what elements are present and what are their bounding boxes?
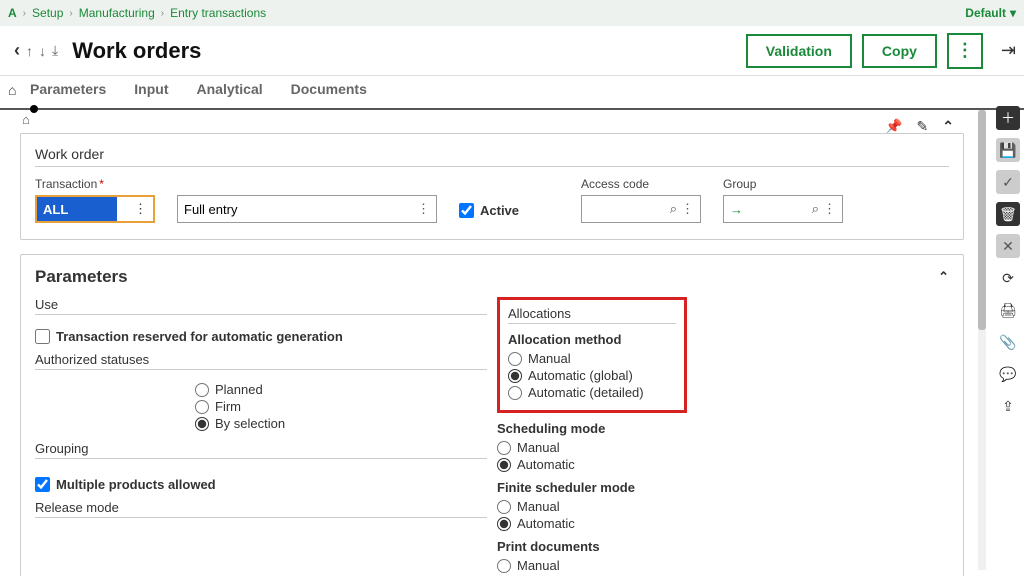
- tab-parameters[interactable]: Parameters: [30, 81, 106, 103]
- active-label: Active: [480, 203, 519, 218]
- use-heading: Use: [35, 297, 487, 312]
- alloc-auto-global-radio[interactable]: [508, 369, 522, 383]
- breadcrumb: A › Setup › Manufacturing › Entry transa…: [8, 6, 266, 20]
- work-order-section: Work order Transaction* ⌕⋮ ⋮ Active: [20, 133, 964, 240]
- kebab-icon[interactable]: ⋮: [823, 201, 836, 217]
- kebab-icon[interactable]: ⋮: [417, 201, 430, 217]
- transaction-input-group[interactable]: ⌕⋮: [35, 195, 155, 223]
- transaction-label: Transaction*: [35, 177, 155, 191]
- access-code-input-group[interactable]: ⌕⋮: [581, 195, 701, 223]
- sidebar-save-button[interactable]: 💾: [996, 138, 1020, 162]
- finite-manual-radio[interactable]: [497, 500, 511, 514]
- transaction-reserved-checkbox[interactable]: [35, 329, 50, 344]
- finite-scheduler-label: Finite scheduler mode: [497, 480, 949, 495]
- grouping-heading: Grouping: [35, 441, 487, 456]
- comment-icon: 💬: [999, 366, 1016, 383]
- print-icon: 🖨: [999, 302, 1017, 319]
- tab-input[interactable]: Input: [134, 81, 168, 103]
- chevron-right-icon: ›: [161, 8, 164, 19]
- print-manual-radio[interactable]: [497, 559, 511, 573]
- caret-down-icon: ▾: [1010, 6, 1016, 20]
- multi-products-checkbox[interactable]: [35, 477, 50, 492]
- group-input-group[interactable]: ⌕⋮: [723, 195, 843, 223]
- tab-analytical[interactable]: Analytical: [197, 81, 263, 103]
- sidebar-check-button[interactable]: ✓: [996, 170, 1020, 194]
- kebab-icon[interactable]: ⋮: [681, 201, 694, 217]
- entry-type-input[interactable]: [178, 196, 411, 222]
- nav-download-icon[interactable]: ⤓: [52, 42, 58, 59]
- allocation-method-label: Allocation method: [508, 332, 676, 347]
- plus-icon: ＋: [1001, 108, 1015, 128]
- nav-down-icon[interactable]: ↓: [39, 43, 46, 59]
- allocations-highlight-box: Allocations Allocation method Manual Aut…: [497, 297, 687, 413]
- nav-up-icon[interactable]: ↑: [26, 43, 33, 59]
- check-icon: ✓: [1002, 174, 1014, 191]
- paperclip-icon: 📎: [999, 334, 1016, 351]
- print-documents-label: Print documents: [497, 539, 949, 554]
- auth-statuses-heading: Authorized statuses: [35, 352, 487, 367]
- exit-icon[interactable]: ⇥: [1001, 40, 1016, 61]
- access-code-input[interactable]: [582, 196, 664, 222]
- multi-products-label: Multiple products allowed: [56, 477, 216, 492]
- release-mode-heading: Release mode: [35, 500, 487, 515]
- kebab-icon: ⋮: [956, 40, 974, 61]
- chevron-right-icon: ›: [69, 8, 72, 19]
- scheduling-mode-label: Scheduling mode: [497, 421, 949, 436]
- sched-auto-radio[interactable]: [497, 458, 511, 472]
- group-label: Group: [723, 177, 843, 191]
- chevron-right-icon: ›: [23, 8, 26, 19]
- access-code-label: Access code: [581, 177, 701, 191]
- active-checkbox[interactable]: [459, 203, 474, 218]
- transaction-input[interactable]: [37, 197, 117, 221]
- status-by-selection-radio[interactable]: [195, 417, 209, 431]
- breadcrumb-setup[interactable]: Setup: [32, 6, 63, 20]
- close-icon: ✕: [1002, 238, 1014, 255]
- sidebar-share-button[interactable]: ⇪: [996, 394, 1020, 418]
- sidebar-delete-button[interactable]: 🗑: [996, 202, 1020, 226]
- save-icon: 💾: [999, 142, 1016, 159]
- group-input[interactable]: [724, 196, 806, 222]
- allocations-heading: Allocations: [508, 306, 676, 321]
- breadcrumb-manufacturing[interactable]: Manufacturing: [79, 6, 155, 20]
- parameters-title: Parameters: [35, 267, 949, 287]
- alloc-manual-radio[interactable]: [508, 352, 522, 366]
- scrollbar-thumb[interactable]: [978, 110, 986, 330]
- sidebar-print-button[interactable]: 🖨: [996, 298, 1020, 322]
- page-title: Work orders: [72, 38, 746, 64]
- copy-button[interactable]: Copy: [862, 34, 937, 68]
- sidebar-close-button[interactable]: ✕: [996, 234, 1020, 258]
- alloc-auto-detailed-radio[interactable]: [508, 386, 522, 400]
- share-icon: ⇪: [1002, 398, 1014, 415]
- sidebar-attach-button[interactable]: 📎: [996, 330, 1020, 354]
- entry-type-input-group[interactable]: ⋮: [177, 195, 437, 223]
- home-mini-icon[interactable]: ⌂: [22, 112, 964, 127]
- search-icon[interactable]: ⌕: [123, 201, 130, 217]
- breadcrumb-home-icon[interactable]: A: [8, 6, 17, 20]
- sidebar-add-button[interactable]: ＋: [996, 106, 1020, 130]
- search-icon[interactable]: ⌕: [812, 201, 819, 217]
- refresh-icon: ⟳: [1002, 270, 1014, 287]
- more-actions-button[interactable]: ⋮: [947, 33, 983, 69]
- default-dropdown[interactable]: Default ▾: [965, 6, 1016, 20]
- parameters-collapse-icon[interactable]: ⌃: [938, 269, 949, 285]
- breadcrumb-entry-transactions[interactable]: Entry transactions: [170, 6, 266, 20]
- sidebar-comment-button[interactable]: 💬: [996, 362, 1020, 386]
- finite-auto-radio[interactable]: [497, 517, 511, 531]
- validation-button[interactable]: Validation: [746, 34, 852, 68]
- status-firm-radio[interactable]: [195, 400, 209, 414]
- scrollbar[interactable]: [978, 110, 986, 570]
- work-order-title: Work order: [35, 146, 949, 162]
- nav-back-icon[interactable]: ‹: [14, 40, 20, 61]
- kebab-icon[interactable]: ⋮: [134, 201, 147, 217]
- transaction-reserved-label: Transaction reserved for automatic gener…: [56, 329, 343, 344]
- search-icon[interactable]: ⌕: [670, 201, 677, 217]
- home-icon[interactable]: ⌂: [8, 82, 16, 98]
- sidebar-refresh-button[interactable]: ⟳: [996, 266, 1020, 290]
- status-planned-radio[interactable]: [195, 383, 209, 397]
- trash-icon: 🗑: [999, 206, 1017, 223]
- parameters-section: Parameters ⌃ Use Transaction reserved fo…: [20, 254, 964, 576]
- tab-documents[interactable]: Documents: [291, 81, 367, 103]
- sched-manual-radio[interactable]: [497, 441, 511, 455]
